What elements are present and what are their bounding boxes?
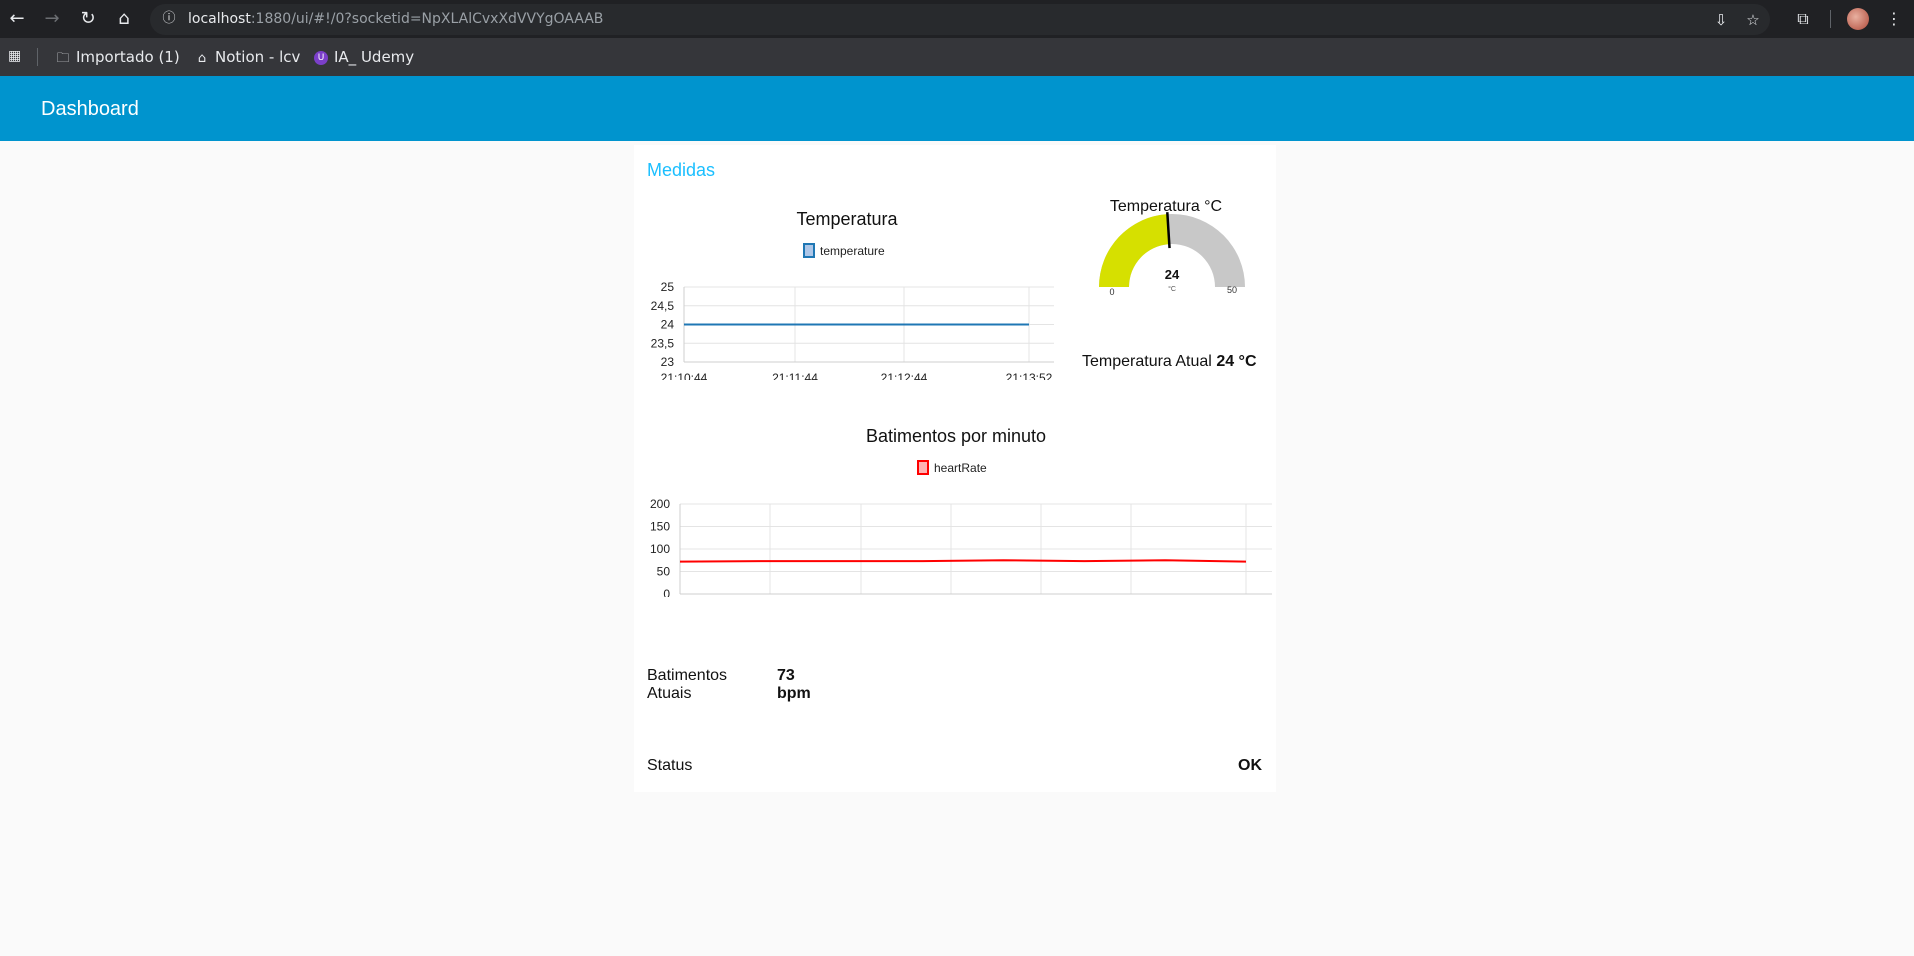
bookmark-importado[interactable]: 🗀 Importado (1) (54, 47, 180, 67)
profile-avatar[interactable] (1847, 8, 1869, 30)
folder-icon: 🗀 (56, 51, 70, 66)
y-tick-label: 100 (650, 542, 670, 556)
y-tick-label: 0 (663, 587, 670, 597)
gauge-value: 24 (1165, 267, 1180, 282)
temperature-value: 24 °C (1216, 353, 1257, 370)
temperature-gauge: Temperatura °C 24 °C 0 50 (1099, 198, 1245, 297)
bookmarks-divider (37, 48, 38, 66)
site-info-icon[interactable]: ⓘ (160, 10, 178, 28)
forward-icon[interactable]: → (40, 7, 64, 31)
legend-swatch (803, 243, 815, 258)
url-path: :1880/ui/#!/0?socketid=NpXLAlCvxXdVVYgOA… (250, 11, 604, 27)
udemy-icon: U (314, 50, 328, 65)
dashboard-header: Dashboard (0, 76, 1914, 141)
legend-label: heartRate (934, 461, 987, 475)
y-tick-label: 24 (661, 318, 675, 332)
address-bar[interactable]: ⓘ localhost:1880/ui/#!/0?socketid=NpXLAl… (150, 4, 1770, 35)
menu-icon[interactable]: ⋮ (1882, 7, 1906, 31)
extensions-icon[interactable]: ⧉ (1791, 7, 1815, 31)
y-tick-label: 24,5 (651, 299, 675, 313)
status-value: OK (1238, 757, 1262, 774)
chart-grid (679, 503, 1272, 595)
y-tick-label: 200 (650, 497, 670, 511)
notion-icon: ⌂ (197, 51, 207, 66)
group-title: Medidas (647, 160, 716, 180)
heartrate-value-line2: bpm (777, 685, 811, 702)
url-host: localhost (188, 11, 251, 27)
url-text[interactable]: localhost:1880/ui/#!/0?socketid=NpXLAlCv… (188, 11, 603, 27)
series-line-heartrate (679, 559, 1247, 563)
x-tick-label: 21:12:44 (881, 371, 928, 380)
temperature-text-widget: Temperatura Atual 24 °C (1082, 353, 1257, 371)
y-axis-labels: 200 150 100 50 0 (650, 497, 670, 597)
bookmark-label: IA_ Udemy (334, 48, 415, 66)
gauge-title: Temperatura °C (1110, 198, 1222, 215)
reload-icon[interactable]: ↻ (76, 7, 100, 31)
bookmark-udemy[interactable]: U IA_ Udemy (314, 47, 414, 67)
heartrate-value-line1: 73 (777, 667, 795, 684)
chart-title: Temperatura (796, 209, 898, 229)
y-tick-label: 150 (650, 520, 670, 534)
group-card-medidas: Medidas Temperatura temperature 25 24,5 24… (634, 145, 1276, 792)
x-tick-label: 21:10:44 (661, 371, 708, 380)
heartrate-label: Batimentos Atuais (647, 667, 727, 703)
temperature-chart: Temperatura temperature 25 24,5 24 23,5 23 2… (651, 209, 1054, 380)
browser-toolbar: ← → ↻ ⌂ ⓘ localhost:1880/ui/#!/0?socketi… (0, 0, 1914, 38)
bookmarks-bar: ▦ 🗀 Importado (1) ⌂ Notion - lcv U IA_ Udem… (0, 38, 1914, 76)
page-title: Dashboard (41, 98, 139, 120)
gauge-fill (1099, 214, 1170, 287)
y-tick-label: 23 (661, 355, 675, 369)
toolbar-divider (1830, 10, 1831, 28)
status-label: Status (647, 757, 693, 774)
heartrate-label-line1: Batimentos (647, 667, 728, 684)
home-icon[interactable]: ⌂ (112, 7, 136, 31)
x-tick-label: 21:13:52 (1006, 371, 1053, 380)
chart-title: Batimentos por minuto (866, 426, 1046, 446)
gauge-units: °C (1168, 285, 1176, 293)
x-axis-labels: 21:10:44 21:11:44 21:12:44 21:13:52 (661, 371, 1053, 380)
legend-label: temperature (820, 244, 885, 258)
apps-grid-icon[interactable]: ▦ (8, 48, 24, 64)
heartrate-label-line2: Atuais (647, 685, 692, 702)
x-tick-label: 21:11:44 (772, 371, 818, 380)
temperature-label: Temperatura Atual (1082, 353, 1212, 370)
bookmark-label: Importado (1) (76, 48, 180, 66)
bookmark-star-icon[interactable]: ☆ (1742, 9, 1764, 31)
y-tick-label: 25 (661, 280, 675, 294)
y-axis-labels: 25 24,5 24 23,5 23 (651, 280, 675, 369)
legend-swatch (917, 460, 929, 475)
gauge-max: 50 (1227, 285, 1237, 295)
y-tick-label: 50 (657, 565, 671, 579)
bookmark-label: Notion - lcv (215, 48, 301, 66)
gauge-min: 0 (1109, 287, 1114, 297)
install-app-icon[interactable]: ⇩ (1710, 9, 1732, 31)
bookmark-notion[interactable]: ⌂ Notion - lcv (193, 47, 301, 67)
heartrate-chart: Batimentos por minuto heartRate 200 150 10… (650, 426, 1272, 597)
y-tick-label: 23,5 (651, 336, 675, 350)
back-icon[interactable]: ← (5, 7, 29, 31)
heartrate-value: 73 bpm (777, 667, 811, 703)
